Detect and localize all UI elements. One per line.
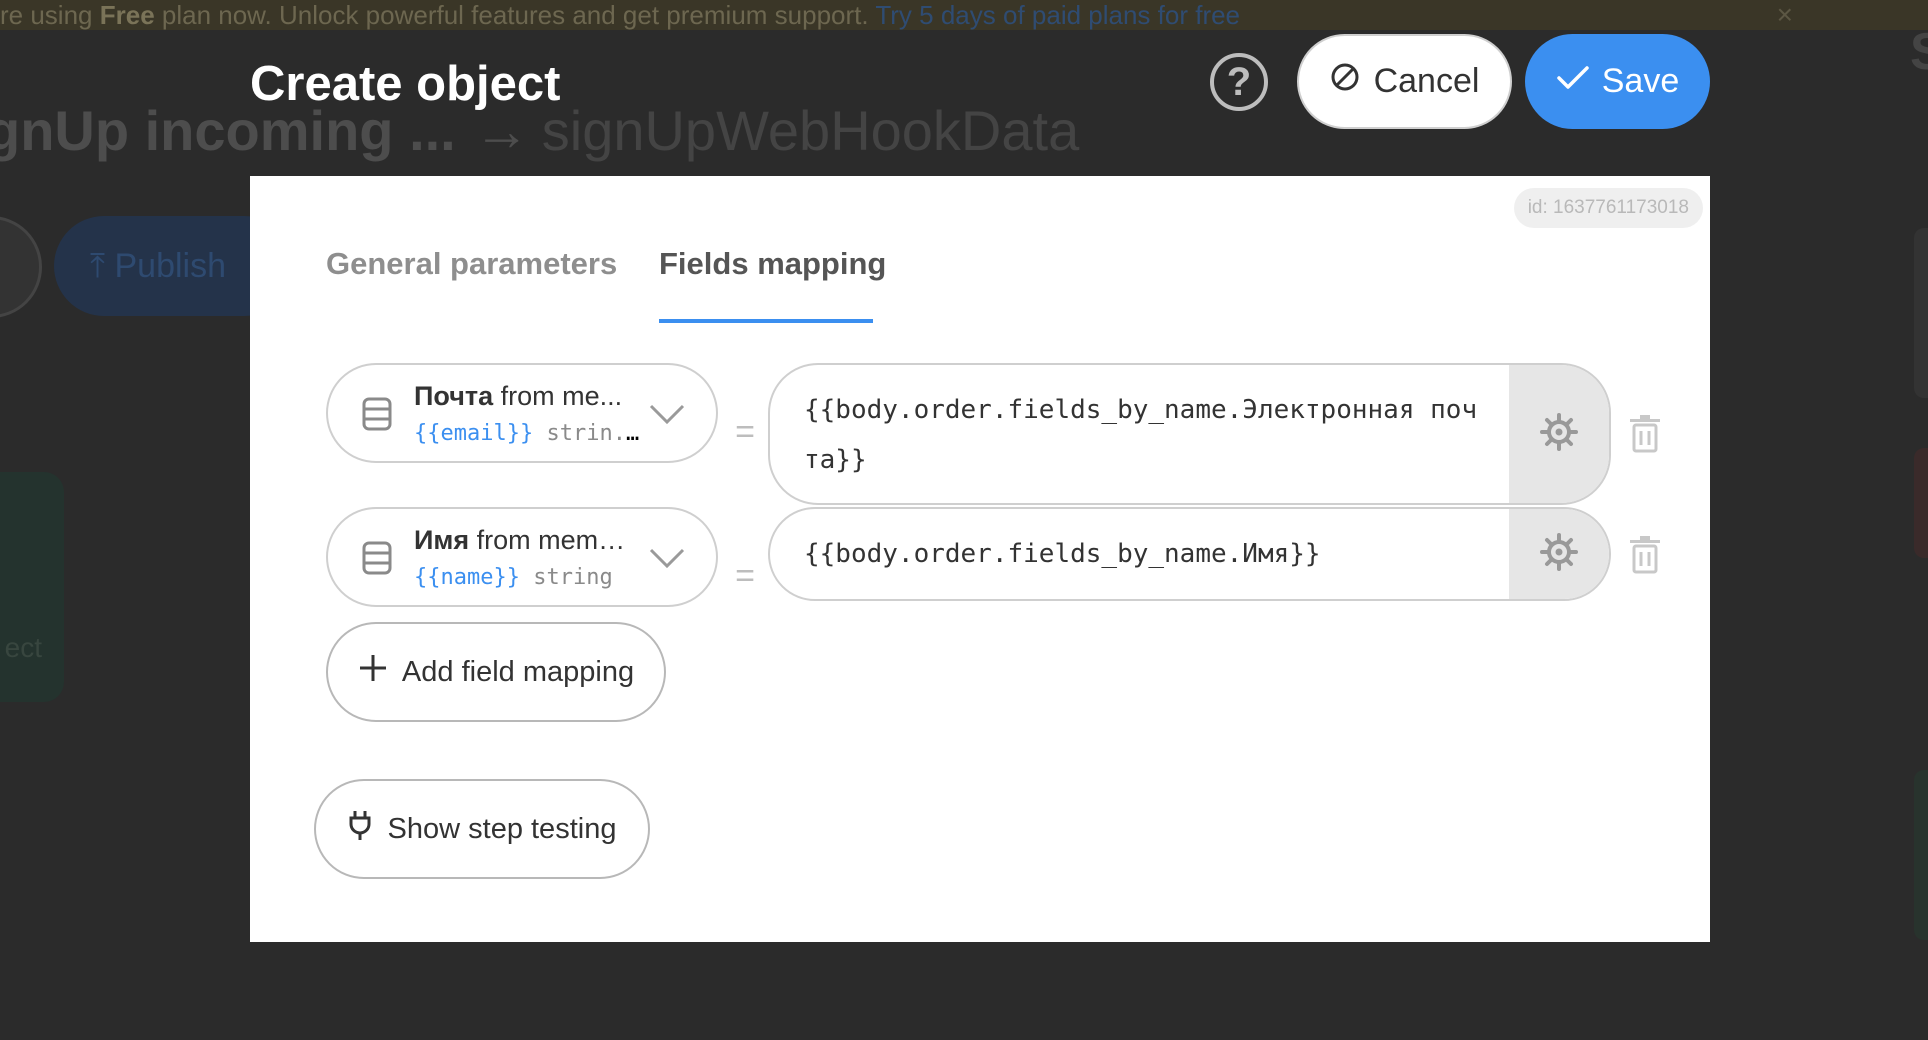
field-title: Почта from me... bbox=[414, 381, 634, 412]
background-right-card bbox=[1914, 448, 1928, 558]
field-source: from me... bbox=[493, 381, 623, 411]
save-label: Save bbox=[1601, 62, 1680, 100]
question-icon: ? bbox=[1226, 60, 1252, 104]
modal-panel: id: 1637761173018 General parameters Fie… bbox=[250, 176, 1710, 942]
background-card-label: ect bbox=[4, 632, 42, 663]
trash-icon bbox=[1628, 536, 1662, 579]
field-select[interactable]: Почта from me... {{email}} strin... bbox=[326, 363, 718, 463]
entity-name: signUpWebHookData bbox=[541, 99, 1080, 162]
value-expression-field[interactable]: {{body.order.fields_by_name.Имя}} bbox=[768, 507, 1611, 601]
save-button[interactable]: Save bbox=[1525, 34, 1710, 129]
add-field-mapping-label: Add field mapping bbox=[401, 655, 635, 688]
value-settings-button[interactable] bbox=[1509, 365, 1609, 503]
value-settings-button[interactable] bbox=[1509, 509, 1609, 599]
delete-mapping-button[interactable] bbox=[1628, 414, 1662, 454]
background-right-card bbox=[1914, 770, 1928, 940]
trash-icon bbox=[1628, 415, 1662, 458]
equals-sign: = bbox=[735, 413, 755, 451]
field-variable: {{name}} bbox=[414, 565, 520, 590]
plus-icon bbox=[358, 653, 388, 691]
field-name: Имя bbox=[414, 525, 470, 555]
list-icon bbox=[362, 397, 392, 436]
tab-general-parameters[interactable]: General parameters bbox=[326, 246, 617, 282]
background-right-card bbox=[1914, 228, 1928, 398]
delete-mapping-button[interactable] bbox=[1628, 535, 1662, 575]
publish-icon: ⤒ bbox=[90, 247, 115, 285]
value-expression-field[interactable]: {{body.order.fields_by_name.Электронная … bbox=[768, 363, 1611, 505]
field-meta: {{name}} string bbox=[414, 565, 644, 590]
active-tab-indicator bbox=[659, 319, 873, 323]
field-type: strin... bbox=[533, 421, 644, 446]
chevron-down-icon bbox=[648, 403, 686, 430]
field-select[interactable]: Имя from memb... {{name}} string bbox=[326, 507, 718, 607]
background-round-button[interactable] bbox=[0, 216, 42, 318]
add-field-mapping-button[interactable]: Add field mapping bbox=[326, 622, 666, 722]
banner-close-icon[interactable]: × bbox=[1777, 0, 1793, 30]
tab-fields-mapping[interactable]: Fields mapping bbox=[659, 246, 886, 282]
field-variable: {{email}} bbox=[414, 421, 534, 446]
field-name: Почта bbox=[414, 381, 494, 411]
chevron-down-icon bbox=[648, 547, 686, 574]
show-step-testing-button[interactable]: Show step testing bbox=[314, 779, 650, 879]
modal-title: Create object bbox=[250, 57, 561, 111]
cancel-label: Cancel bbox=[1373, 62, 1480, 100]
banner-text-after: plan now. Unlock powerful features and g… bbox=[154, 0, 876, 30]
object-id-badge: id: 1637761173018 bbox=[1513, 188, 1703, 228]
banner-text-before: re using bbox=[0, 0, 100, 30]
background-right-heading: S bbox=[1910, 23, 1928, 81]
gear-icon bbox=[1539, 412, 1579, 457]
cancel-icon bbox=[1330, 62, 1360, 101]
field-title: Имя from memb... bbox=[414, 525, 634, 556]
publish-label: Publish bbox=[114, 247, 226, 285]
field-meta: {{email}} strin... bbox=[414, 421, 644, 446]
field-type: string bbox=[519, 565, 613, 590]
field-source: from memb... bbox=[469, 525, 634, 555]
value-expression-text[interactable]: {{body.order.fields_by_name.Имя}} bbox=[804, 529, 1489, 579]
gear-icon bbox=[1539, 532, 1579, 577]
help-button[interactable]: ? bbox=[1210, 53, 1268, 111]
background-object-card[interactable]: ect bbox=[0, 472, 64, 702]
upgrade-banner: re using Free plan now. Unlock powerful … bbox=[0, 0, 1928, 30]
value-expression-text[interactable]: {{body.order.fields_by_name.Электронная … bbox=[804, 385, 1489, 485]
plug-icon bbox=[348, 809, 372, 849]
equals-sign: = bbox=[735, 557, 755, 595]
banner-plan: Free bbox=[99, 0, 155, 30]
checkmark-icon bbox=[1556, 62, 1590, 101]
show-step-testing-label: Show step testing bbox=[387, 812, 617, 845]
banner-trial-link[interactable]: Try 5 days of paid plans for free bbox=[875, 0, 1240, 30]
cancel-button[interactable]: Cancel bbox=[1297, 34, 1512, 129]
list-icon bbox=[362, 541, 392, 580]
